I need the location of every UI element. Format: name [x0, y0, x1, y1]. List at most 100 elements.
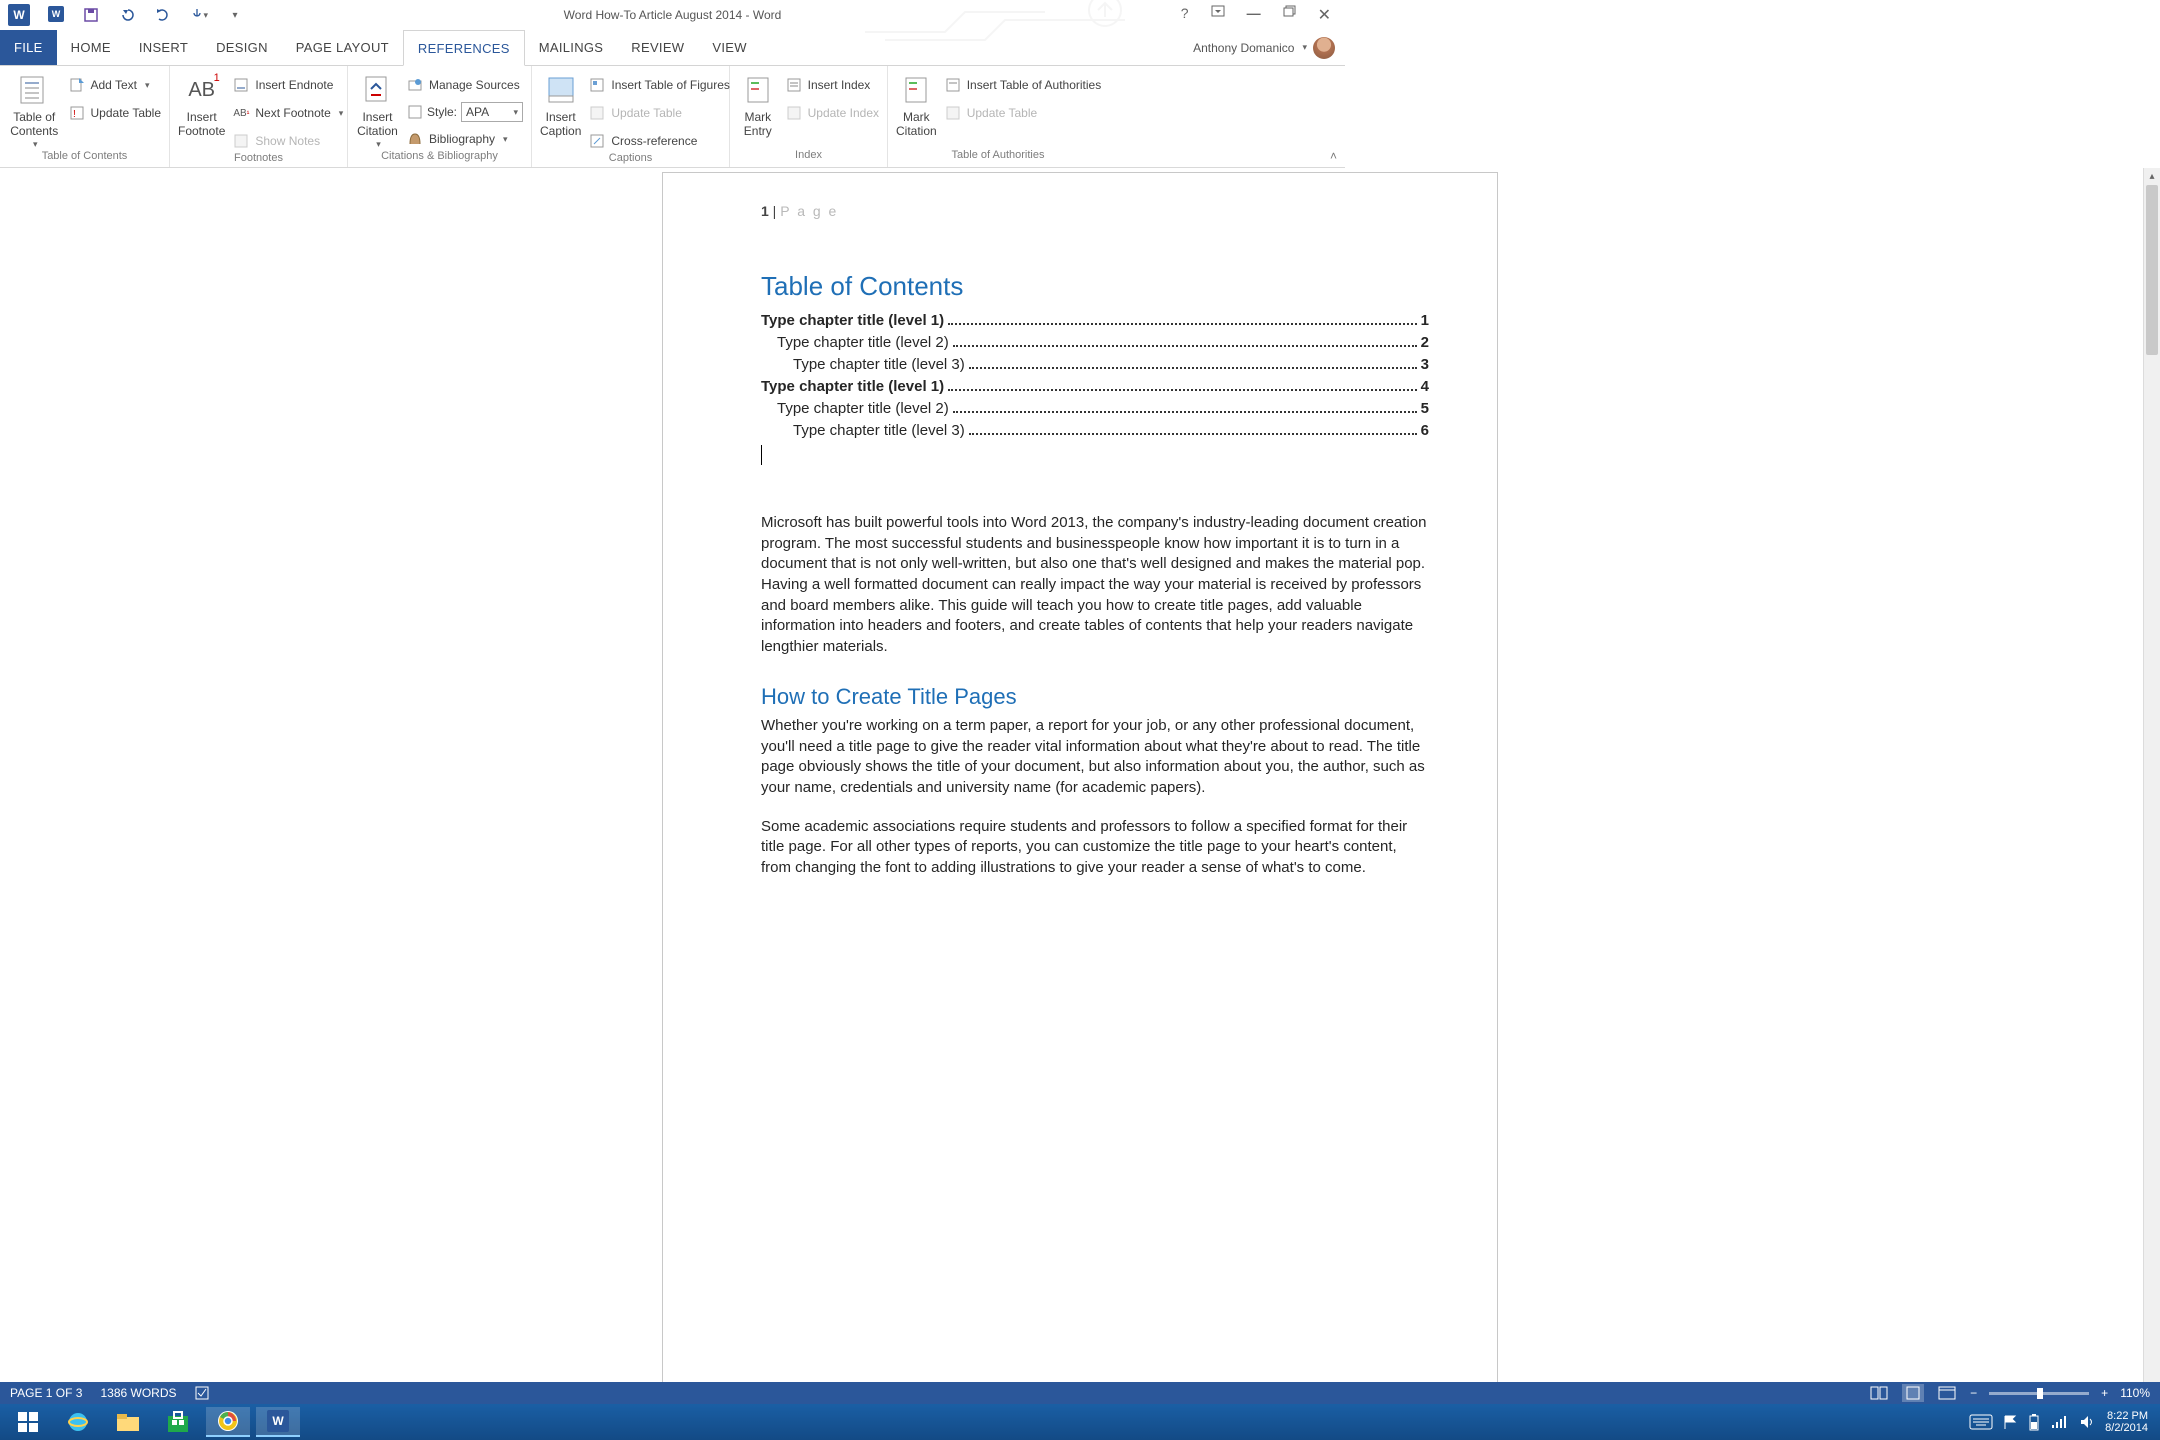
start-button[interactable] [6, 1407, 50, 1437]
toc-entry[interactable]: Type chapter title (level 3)3 [761, 356, 1429, 373]
tab-mailings[interactable]: MAILINGS [525, 30, 618, 65]
scroll-up-icon[interactable]: ▴ [2144, 168, 2160, 185]
toc-entry-text: Type chapter title (level 1) [761, 312, 944, 329]
print-layout-icon[interactable] [1902, 1384, 1924, 1402]
insert-toa-icon [945, 77, 961, 93]
table-of-contents-button[interactable]: Table of Contents▾ [8, 70, 61, 150]
toc-entry-page: 5 [1421, 400, 1429, 417]
undo-icon[interactable] [118, 6, 136, 24]
group-citations-label: Citations & Bibliography [356, 150, 523, 167]
toc-entry[interactable]: Type chapter title (level 2) 2 [761, 334, 1429, 351]
tab-view[interactable]: VIEW [698, 30, 760, 65]
volume-icon[interactable] [2079, 1414, 2095, 1430]
toc-leader [953, 411, 1417, 413]
toc-entry[interactable]: Type chapter title (level 1)4 [761, 378, 1429, 395]
title-bar: W W ▾ ▾ Word How-To Article August 2014 … [0, 0, 1345, 30]
help-icon[interactable]: ? [1181, 5, 1189, 25]
user-menu-icon[interactable]: ▾ [1302, 42, 1307, 53]
read-mode-icon[interactable] [1868, 1384, 1890, 1402]
flag-icon[interactable] [2003, 1414, 2017, 1430]
toc-entry-page: 1 [1421, 312, 1429, 329]
insert-toa-button[interactable]: Insert Table of Authorities [945, 74, 1102, 96]
toc-leader [948, 389, 1417, 391]
mark-citation-button[interactable]: Mark Citation [896, 70, 937, 139]
web-layout-icon[interactable] [1936, 1384, 1958, 1402]
scroll-thumb[interactable] [2146, 185, 2158, 355]
next-footnote-button[interactable]: AB¹Next Footnote▾ [233, 102, 343, 124]
clock[interactable]: 8:22 PM 8/2/2014 [2105, 1410, 2148, 1434]
taskbar: W 8:22 PM 8/2/2014 [0, 1404, 2160, 1440]
user-name[interactable]: Anthony Domanico [1193, 41, 1294, 55]
insert-footnote-button[interactable]: AB1 Insert Footnote [178, 70, 225, 139]
ie-icon[interactable] [56, 1407, 100, 1437]
add-text-button[interactable]: Add Text▾ [69, 74, 162, 96]
insert-citation-button[interactable]: Insert Citation▾ [356, 70, 399, 150]
tab-page-layout[interactable]: PAGE LAYOUT [282, 30, 403, 65]
mark-entry-button[interactable]: Mark Entry [738, 70, 778, 139]
store-icon[interactable] [156, 1407, 200, 1437]
toc-entry-text: Type chapter title (level 2) [777, 334, 949, 351]
tab-insert[interactable]: INSERT [125, 30, 202, 65]
qat-customize-icon[interactable]: ▾ [226, 6, 244, 24]
ribbon-display-icon[interactable] [1211, 5, 1225, 25]
tab-file[interactable]: FILE [0, 30, 57, 65]
insert-caption-button[interactable]: Insert Caption [540, 70, 581, 139]
insert-tof-button[interactable]: Insert Table of Figures [589, 74, 730, 96]
toc-icon [18, 74, 50, 106]
keyboard-icon[interactable] [1969, 1414, 1993, 1430]
close-icon[interactable]: ✕ [1318, 5, 1331, 25]
save-icon[interactable] [82, 6, 100, 24]
zoom-level[interactable]: 110% [2120, 1386, 2150, 1400]
toc-entry[interactable]: Type chapter title (level 2) 5 [761, 400, 1429, 417]
insert-index-button[interactable]: Insert Index [786, 74, 879, 96]
toc-leader [953, 345, 1417, 347]
spelling-icon[interactable] [195, 1386, 211, 1400]
touch-mode-icon[interactable]: ▾ [190, 6, 208, 24]
page-header: 1 | P a g e [761, 203, 1429, 219]
battery-icon[interactable] [2027, 1412, 2041, 1432]
toc-entry-text: Type chapter title (level 2) [777, 400, 949, 417]
cross-reference-button[interactable]: Cross-reference [589, 130, 730, 152]
toc-entry-page: 2 [1421, 334, 1429, 351]
wifi-icon[interactable] [2051, 1415, 2069, 1429]
toc-entry[interactable]: Type chapter title (level 3)6 [761, 422, 1429, 439]
page-indicator[interactable]: PAGE 1 OF 3 [10, 1386, 82, 1400]
zoom-in-icon[interactable]: + [2101, 1386, 2108, 1400]
vertical-scrollbar[interactable]: ▴ ▾ [2143, 168, 2160, 1404]
toc-entry-page: 6 [1421, 422, 1429, 439]
tab-references[interactable]: REFERENCES [403, 30, 525, 66]
update-index-button: Update Index [786, 102, 879, 124]
word-count[interactable]: 1386 WORDS [100, 1386, 176, 1400]
mark-citation-icon [900, 74, 932, 106]
explorer-icon[interactable] [106, 1407, 150, 1437]
toc-entry[interactable]: Type chapter title (level 1) 1 [761, 312, 1429, 329]
update-table-button[interactable]: !Update Table [69, 102, 162, 124]
bibliography-button[interactable]: Bibliography▾ [407, 128, 523, 150]
zoom-out-icon[interactable]: − [1970, 1386, 1977, 1400]
insert-endnote-button[interactable]: Insert Endnote [233, 74, 343, 96]
toc-entry-page: 3 [1421, 356, 1429, 373]
zoom-slider[interactable] [1989, 1392, 2089, 1395]
toc-leader [969, 367, 1417, 369]
restore-icon[interactable] [1283, 5, 1296, 25]
show-notes-button: Show Notes [233, 130, 343, 152]
redo-icon[interactable] [154, 6, 172, 24]
bibliography-icon [407, 131, 423, 147]
tab-design[interactable]: DESIGN [202, 30, 282, 65]
minimize-icon[interactable]: — [1247, 5, 1261, 25]
zoom-thumb[interactable] [2037, 1388, 2043, 1399]
citation-style-row: Style: APA▾ [407, 102, 523, 122]
manage-sources-button[interactable]: Manage Sources [407, 74, 523, 96]
tab-review[interactable]: REVIEW [617, 30, 698, 65]
intro-paragraph: Microsoft has built powerful tools into … [761, 513, 1429, 658]
style-select[interactable]: APA▾ [461, 102, 523, 122]
tab-home[interactable]: HOME [57, 30, 125, 65]
word-taskbar-icon[interactable]: W [256, 1407, 300, 1437]
body-paragraph-2: Some academic associations require stude… [761, 817, 1429, 879]
page[interactable]: 1 | P a g e Table of Contents Type chapt… [662, 172, 1498, 1404]
collapse-ribbon-icon[interactable]: ˄ [1330, 149, 1337, 163]
mark-entry-label: Mark Entry [744, 110, 772, 139]
group-captions-label: Captions [540, 152, 721, 167]
avatar[interactable] [1313, 37, 1335, 59]
chrome-icon[interactable] [206, 1407, 250, 1437]
